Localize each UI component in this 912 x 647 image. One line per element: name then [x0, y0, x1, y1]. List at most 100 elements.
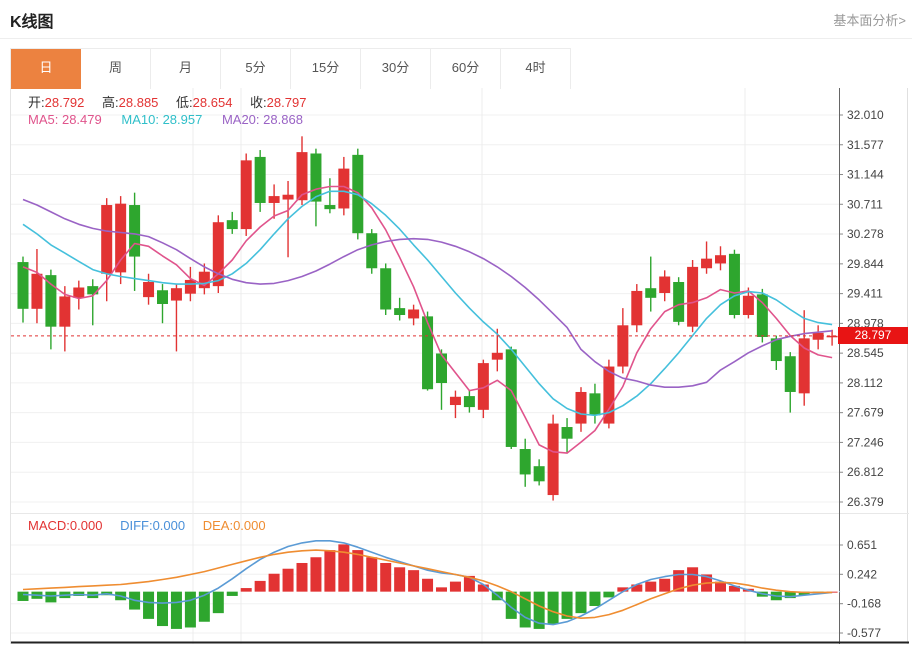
macd-histogram-bar [310, 557, 321, 591]
candle-body [645, 288, 656, 298]
candle-body [45, 275, 56, 327]
close-label: 收: [250, 95, 267, 110]
macd-histogram-bar [143, 592, 154, 619]
macd-histogram-bar [283, 569, 294, 592]
tab-15min[interactable]: 15分 [291, 49, 361, 89]
diff-value-legend: DIFF:0.000 [120, 518, 185, 533]
candle-body [785, 356, 796, 392]
axis-tick-label: 26.812 [847, 465, 884, 479]
candle-body [101, 205, 112, 274]
macd-histogram-bar [631, 584, 642, 591]
candle-body [269, 196, 280, 203]
candle-body [464, 396, 475, 407]
macd-histogram-bar [352, 550, 363, 592]
candle-body [394, 308, 405, 315]
close-value: 28.797 [267, 95, 307, 110]
header-divider [0, 38, 912, 39]
candle-body [659, 277, 670, 293]
candle-body [241, 160, 252, 229]
axis-tick-label: 30.711 [847, 197, 883, 211]
tab-week[interactable]: 周 [81, 49, 151, 89]
candle-body [757, 294, 768, 337]
macd-legend: MACD:0.000 DIFF:0.000 DEA:0.000 [28, 518, 266, 533]
candle-body [366, 233, 377, 268]
dea-value-legend: DEA:0.000 [203, 518, 266, 533]
macd-histogram-bar [422, 579, 433, 592]
macd-histogram-bar [366, 557, 377, 591]
candle-body [701, 259, 712, 269]
axis-tick-label: 27.679 [847, 406, 884, 420]
axis-tick-label: 29.411 [847, 287, 883, 301]
macd-histogram-bar [45, 592, 56, 603]
macd-value-legend: MACD:0.000 [28, 518, 102, 533]
fundamental-analysis-link[interactable]: 基本面分析> [833, 10, 906, 29]
candle-body [143, 282, 154, 297]
ma10-legend: MA10: 28.957 [121, 112, 202, 127]
candle-body [380, 268, 391, 309]
tab-month[interactable]: 月 [151, 49, 221, 89]
candlestick-chart[interactable]: 32.01031.57731.14430.71130.27829.84429.4… [11, 88, 909, 513]
candle-body [87, 286, 98, 294]
ma20-legend: MA20: 28.868 [222, 112, 303, 127]
high-value: 28.885 [119, 95, 159, 110]
axis-tick-label: -0.577 [847, 626, 881, 640]
candle-body [283, 195, 294, 200]
candle-body [520, 449, 531, 474]
macd-histogram-bar [18, 592, 29, 601]
axis-tick-label: 29.844 [847, 257, 884, 271]
candle-body [534, 466, 545, 481]
candle-body [185, 280, 196, 294]
macd-histogram-bar [157, 592, 168, 626]
low-label: 低: [176, 95, 193, 110]
tab-60min[interactable]: 60分 [431, 49, 501, 89]
candle-body [450, 397, 461, 405]
macd-histogram-bar [171, 592, 182, 629]
candle-body [73, 288, 84, 298]
tab-4hour[interactable]: 4时 [501, 49, 571, 89]
high-label: 高: [102, 95, 119, 110]
candle-body [422, 316, 433, 389]
macd-histogram-bar [269, 574, 280, 592]
open-label: 开: [28, 95, 45, 110]
axis-tick-label: 28.545 [847, 346, 884, 360]
macd-histogram-bar [548, 592, 559, 624]
macd-histogram-bar [408, 570, 419, 591]
axis-tick-label: -0.168 [847, 597, 881, 611]
candle-body [548, 424, 559, 495]
axis-tick-label: 0.242 [847, 567, 877, 581]
macd-histogram-bar [227, 592, 238, 596]
macd-histogram-bar [394, 567, 405, 591]
ma-legend: MA5: 28.479 MA10: 28.957 MA20: 28.868 [28, 112, 303, 127]
macd-histogram-bar [324, 550, 335, 592]
axis-tick-label: 28.112 [847, 376, 883, 390]
macd-histogram-bar [241, 588, 252, 592]
macd-histogram-bar [687, 567, 698, 591]
macd-histogram-bar [589, 592, 600, 606]
macd-histogram-bar [436, 587, 447, 591]
tab-30min[interactable]: 30分 [361, 49, 431, 89]
macd-histogram-bar [450, 582, 461, 592]
macd-histogram-bar [506, 592, 517, 619]
macd-histogram-bar [659, 579, 670, 592]
tab-5min[interactable]: 5分 [221, 49, 291, 89]
candle-body [617, 325, 628, 366]
tab-day[interactable]: 日 [11, 49, 81, 89]
chart-area[interactable]: 32.01031.57731.14430.71130.27829.84429.4… [10, 88, 908, 644]
axis-tick-label: 31.144 [847, 168, 884, 182]
macd-histogram-bar [213, 592, 224, 613]
axis-tick-label: 32.010 [847, 108, 884, 122]
candle-body [310, 153, 321, 201]
candle-body [436, 353, 447, 383]
candle-body [562, 427, 573, 439]
macd-histogram-bar [185, 592, 196, 628]
period-tabbar: 日 周 月 5分 15分 30分 60分 4时 [10, 48, 571, 88]
candle-body [687, 267, 698, 327]
current-price-badge: 28.797 [838, 327, 908, 344]
candle-body [227, 220, 238, 229]
candle-body [255, 157, 266, 203]
candle-body [576, 392, 587, 424]
open-value: 28.792 [45, 95, 85, 110]
macd-histogram-bar [255, 581, 266, 592]
macd-histogram-bar [645, 582, 656, 592]
candle-body [715, 255, 726, 263]
